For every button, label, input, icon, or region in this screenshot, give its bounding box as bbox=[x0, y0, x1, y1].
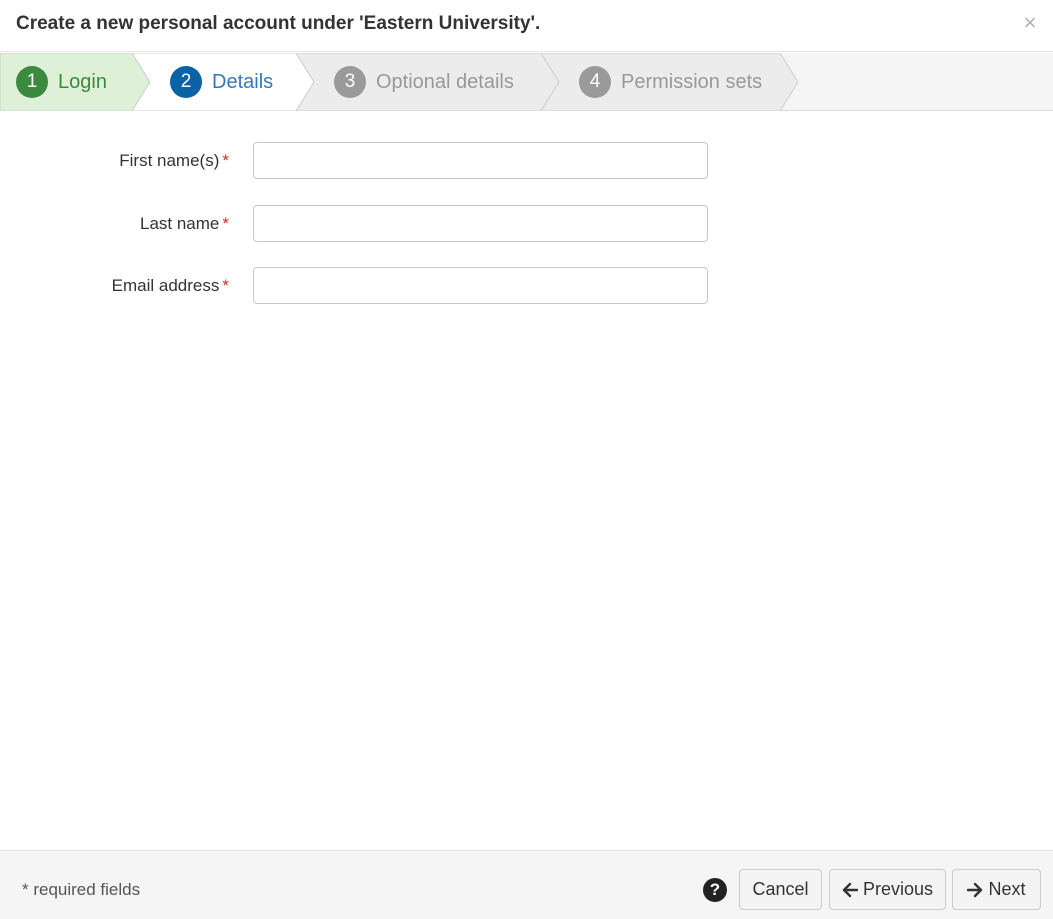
email-label: Email address * bbox=[112, 276, 229, 296]
last-name-row: Last name * bbox=[0, 205, 1053, 243]
step-number: 4 bbox=[579, 66, 611, 98]
wizard-steps: 1 Login 2 Details 3 Optional details 4 P… bbox=[0, 53, 1053, 111]
step-label: Details bbox=[212, 70, 274, 93]
question-circle-icon[interactable]: ? bbox=[703, 878, 727, 902]
email-label-text: Email address bbox=[111, 276, 220, 295]
step-number: 3 bbox=[334, 66, 366, 98]
last-name-input[interactable] bbox=[253, 205, 708, 242]
first-name-row: First name(s) * bbox=[0, 142, 1053, 180]
first-name-input[interactable] bbox=[253, 142, 708, 179]
required-marker: * bbox=[222, 276, 229, 295]
required-marker: * bbox=[222, 214, 229, 233]
step-optional-details[interactable]: 3 Optional details bbox=[334, 53, 514, 111]
last-name-label-text: Last name bbox=[139, 214, 220, 233]
step-label: Permission sets bbox=[621, 70, 763, 93]
cancel-button-label: Cancel bbox=[752, 879, 809, 899]
next-button-label: Next bbox=[988, 879, 1026, 899]
step-permission-sets[interactable]: 4 Permission sets bbox=[579, 53, 762, 111]
wizard-steps-arrows bbox=[0, 53, 799, 111]
first-name-label: First name(s) * bbox=[119, 151, 229, 171]
step-login[interactable]: 1 Login bbox=[16, 53, 107, 111]
email-row: Email address * bbox=[0, 267, 1053, 305]
dialog-header: Create a new personal account under 'Eas… bbox=[0, 0, 1053, 52]
next-button[interactable]: Next bbox=[952, 869, 1041, 910]
required-marker: * bbox=[222, 151, 229, 170]
email-input[interactable] bbox=[253, 267, 708, 304]
dialog-footer: * required fields ? Cancel Previous Next bbox=[0, 850, 1053, 919]
step-number: 2 bbox=[170, 66, 202, 98]
required-fields-note: * required fields bbox=[22, 880, 141, 899]
last-name-label: Last name * bbox=[140, 214, 229, 234]
step-label: Optional details bbox=[376, 70, 514, 93]
dialog-title: Create a new personal account under 'Eas… bbox=[16, 13, 541, 34]
arrow-right-icon bbox=[967, 882, 983, 898]
arrow-left-icon bbox=[842, 882, 858, 898]
close-icon[interactable]: × bbox=[1021, 12, 1039, 34]
create-account-dialog: Create a new personal account under 'Eas… bbox=[0, 0, 1053, 919]
previous-button-label: Previous bbox=[862, 879, 934, 899]
step-label: Login bbox=[58, 70, 107, 93]
first-name-label-text: First name(s) bbox=[119, 151, 220, 170]
cancel-button[interactable]: Cancel bbox=[739, 869, 822, 910]
step-number: 1 bbox=[16, 66, 48, 98]
step-details[interactable]: 2 Details bbox=[170, 53, 273, 111]
previous-button[interactable]: Previous bbox=[829, 869, 946, 910]
